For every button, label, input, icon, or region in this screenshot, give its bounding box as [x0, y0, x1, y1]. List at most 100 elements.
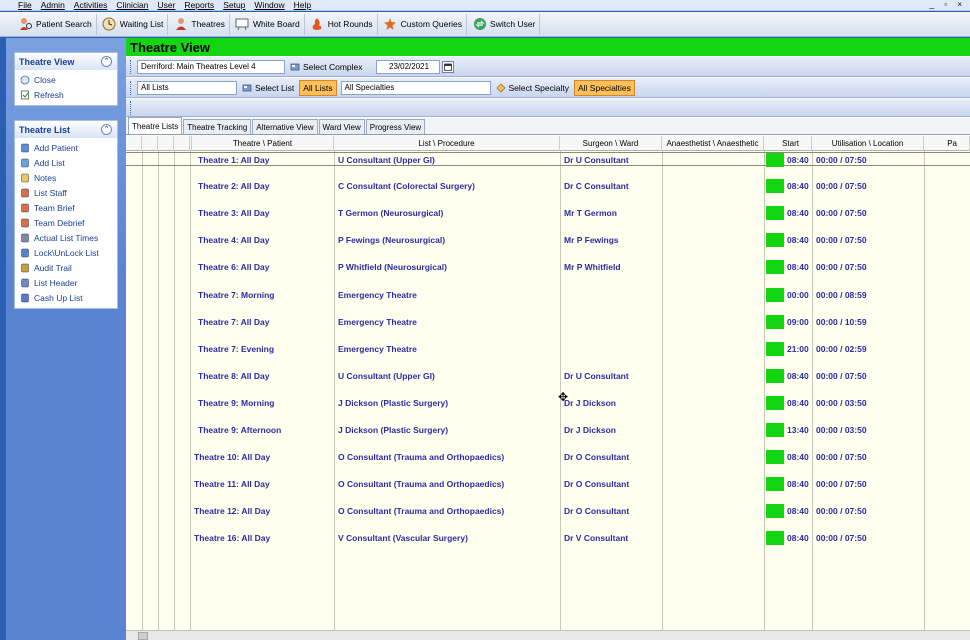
column-header[interactable]: Start: [764, 136, 812, 151]
toolbar-grip: [130, 59, 133, 74]
menu-item-reports[interactable]: Reports: [184, 0, 214, 10]
menu-item-admin[interactable]: Admin: [41, 0, 65, 10]
menu-item-setup[interactable]: Setup: [223, 0, 245, 10]
scrollbar-thumb[interactable]: [138, 632, 148, 640]
waiting-list-button[interactable]: Waiting List: [98, 13, 169, 35]
theatres-button[interactable]: Theatres: [169, 13, 230, 35]
menu-item-file[interactable]: File: [18, 0, 32, 10]
table-row[interactable]: Theatre 10: All Day O Consultant (Trauma …: [126, 450, 970, 465]
theatre-view-panel-header[interactable]: Theatre View ⌃: [15, 53, 117, 70]
table-row[interactable]: Theatre 9: Afternoon J Dickson (Plastic S…: [126, 423, 970, 437]
column-header[interactable]: Pa: [924, 136, 970, 151]
surgeon-cell: Dr O Consultant: [564, 452, 630, 463]
table-row[interactable]: Theatre 6: All Day P Whitfield (Neurosurg…: [126, 260, 970, 275]
nav-item-refresh[interactable]: Refresh: [15, 87, 117, 102]
start-cell: 08:40: [787, 452, 809, 463]
utilisation-cell: 00:00 / 07:50: [816, 235, 867, 246]
nav-item-list-staff[interactable]: List Staff: [15, 185, 117, 200]
surgeon-cell: Mr P Fewings: [564, 235, 619, 246]
table-row[interactable]: Theatre 4: All Day P Fewings (Neurosurgic…: [126, 233, 970, 248]
column-header[interactable]: Utilisation \ Location: [812, 136, 924, 151]
column-header[interactable]: Surgeon \ Ward: [560, 136, 662, 151]
calendar-icon[interactable]: [441, 60, 454, 73]
menu-item-window[interactable]: Window: [254, 0, 284, 10]
all-specialties-toggle[interactable]: All Specialties: [574, 79, 635, 96]
menu-bar: File Admin Activities Clinician User Reports S…: [0, 0, 970, 11]
nav-item-team-brief[interactable]: Team Brief: [15, 200, 117, 215]
status-indicator: [766, 423, 784, 437]
table-row[interactable]: Theatre 2: All Day C Consultant (Colorect…: [126, 179, 970, 194]
status-indicator: [766, 477, 784, 492]
theatre-list-panel: Theatre List ⌃ Add Patient Add List Notes L…: [14, 120, 118, 309]
nav-item-list-header[interactable]: List Header: [15, 275, 117, 290]
list-cell: P Whitfield (Neurosurgical): [338, 262, 447, 273]
nav-item-lock-unlock-list[interactable]: Lock\UnLock List: [15, 245, 117, 260]
nav-item-audit-trail[interactable]: Audit Trail: [15, 260, 117, 275]
table-row[interactable]: Theatre 7: Evening Emergency Theatre 21:00…: [126, 341, 970, 356]
nav-item-label: Lock\UnLock List: [34, 247, 99, 258]
table-row[interactable]: Theatre 8: All Day U Consultant (Upper GI…: [126, 368, 970, 383]
calendar-glyph: [443, 63, 452, 71]
team-debrief-icon: [20, 218, 34, 228]
theatre-cell: Theatre 7: Evening: [198, 343, 275, 354]
utilisation-cell: 00:00 / 07:50: [816, 479, 867, 490]
table-row[interactable]: Theatre 11: All Day O Consultant (Trauma …: [126, 477, 970, 492]
tab-progress-view[interactable]: Progress View: [365, 119, 426, 134]
custom-queries-button[interactable]: Custom Queries: [379, 13, 468, 35]
switch-user-button[interactable]: Switch User: [468, 13, 541, 35]
table-row[interactable]: Theatre 7: All Day Emergency Theatre 09:00…: [126, 314, 970, 329]
nav-item-label: List Staff: [34, 187, 67, 198]
tab-ward-view[interactable]: Ward View: [318, 119, 365, 134]
nav-item-notes[interactable]: Notes: [15, 170, 117, 185]
theatre-list-panel-header[interactable]: Theatre List ⌃: [15, 121, 117, 138]
complex-field[interactable]: Derriford: Main Theatres Level 4: [137, 59, 285, 74]
collapse-icon[interactable]: ⌃: [101, 56, 112, 67]
nav-item-add-list[interactable]: Add List: [15, 155, 117, 170]
select-specialty-button[interactable]: Select Specialty: [493, 80, 572, 96]
grid-line: [764, 151, 765, 630]
nav-item-label: Actual List Times: [34, 232, 99, 243]
staff-icon: [20, 188, 34, 198]
nav-item-cash-up-list[interactable]: Cash Up List: [15, 290, 117, 305]
table-row[interactable]: Theatre 7: Morning Emergency Theatre 00:00…: [126, 287, 970, 302]
nav-item-actual-list-times[interactable]: Actual List Times: [15, 230, 117, 245]
tab-theatre-tracking[interactable]: Theatre Tracking: [183, 119, 252, 134]
list-cell: P Fewings (Neurosurgical): [338, 235, 446, 246]
tab-alternative-view[interactable]: Alternative View: [252, 119, 318, 134]
lists-field[interactable]: All Lists: [137, 80, 237, 95]
surgeon-cell: Mr T Germon: [564, 208, 617, 219]
all-lists-toggle[interactable]: All Lists: [299, 79, 337, 96]
nav-item-add-patient[interactable]: Add Patient: [15, 140, 117, 155]
white-board-button[interactable]: White Board: [231, 13, 305, 35]
specialties-field[interactable]: All Specialties: [340, 80, 491, 95]
horizontal-scrollbar[interactable]: [126, 630, 970, 640]
date-field[interactable]: 23/02/2021: [375, 59, 440, 74]
surgeon-cell: Dr J Dickson: [564, 397, 616, 408]
select-complex-button[interactable]: Select Complex: [287, 59, 366, 75]
patient-search-button[interactable]: Patient Search: [14, 13, 97, 35]
menu-item-clinician[interactable]: Clinician: [116, 0, 148, 10]
nav-item-team-debrief[interactable]: Team Debrief: [15, 215, 117, 230]
column-header[interactable]: Anaesthetist \ Anaesthetic: [662, 136, 764, 151]
tab-theatre-lists[interactable]: Theatre Lists: [128, 117, 183, 134]
select-list-button[interactable]: Select List: [239, 80, 297, 96]
column-header[interactable]: Theatre \ Patient: [192, 136, 334, 151]
table-row[interactable]: Theatre 16: All Day V Consultant (Vascula…: [126, 531, 970, 546]
menu-item-user[interactable]: User: [157, 0, 175, 10]
nav-item-close[interactable]: Close: [15, 72, 117, 87]
toolbar-label: Custom Queries: [400, 19, 463, 29]
row-indicator-header: [126, 136, 142, 151]
collapse-icon[interactable]: ⌃: [101, 124, 112, 135]
hot-rounds-button[interactable]: Hot Rounds: [306, 13, 378, 35]
table-row[interactable]: Theatre 3: All Day T Germon (Neurosurgica…: [126, 206, 970, 221]
table-row[interactable]: Theatre 9: Morning J Dickson (Plastic Sur…: [126, 395, 970, 410]
window-controls[interactable]: _ ▫ ×: [930, 0, 966, 9]
patient-search-icon: [18, 17, 33, 32]
table-row[interactable]: Theatre 1: All Day U Consultant (Upper GI…: [126, 152, 970, 167]
menu-item-activities[interactable]: Activities: [74, 0, 108, 10]
utilisation-cell: 00:00 / 02:59: [816, 343, 867, 354]
table-row[interactable]: Theatre 12: All Day O Consultant (Trauma …: [126, 504, 970, 519]
column-header[interactable]: List \ Procedure: [334, 136, 560, 151]
menu-item-help[interactable]: Help: [294, 0, 311, 10]
select-specialty-label: Select Specialty: [508, 82, 569, 93]
